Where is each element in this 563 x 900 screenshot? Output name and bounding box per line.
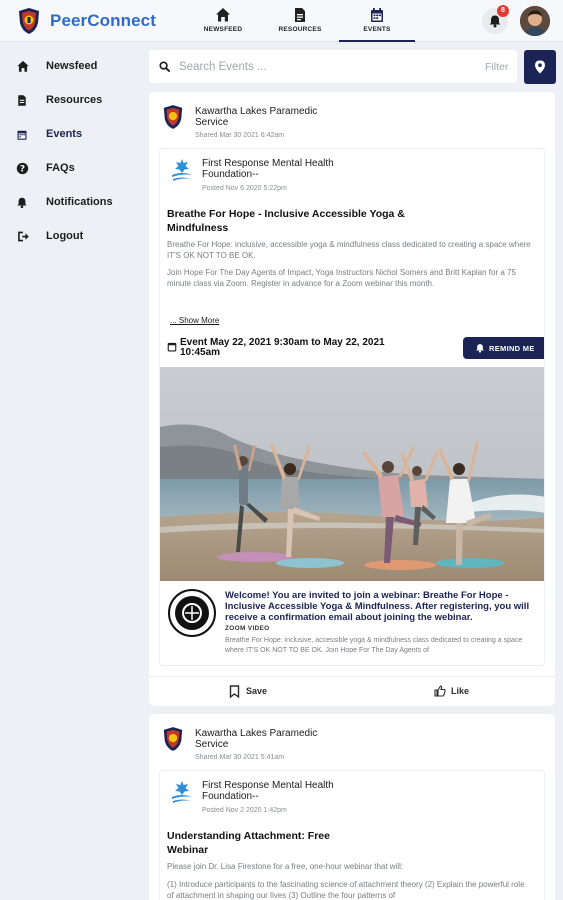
shared-event: First Response Mental Health Foundation-… <box>159 148 545 666</box>
event-title[interactable]: Breathe For Hope - Inclusive Accessible … <box>167 207 437 235</box>
thumbs-up-icon <box>434 685 446 697</box>
shared-date: Shared Mar 30 2021 5:41am <box>195 754 285 761</box>
question-icon: ? <box>16 162 29 175</box>
post-actions: Save Like <box>149 676 555 706</box>
user-avatar[interactable] <box>520 6 550 36</box>
bell-icon <box>17 197 27 209</box>
sidebar-item-label: FAQs <box>46 162 75 174</box>
org-logo-icon <box>163 727 183 751</box>
svg-text:?: ? <box>20 165 25 175</box>
event-description: Please join Dr. Lisa Firestone for a fre… <box>167 862 404 871</box>
remind-me-button[interactable]: REMIND ME <box>463 337 544 359</box>
event-title[interactable]: Understanding Attachment: Free Webinar <box>167 829 367 857</box>
search-icon <box>159 61 170 72</box>
show-more-link[interactable]: ... Show More <box>170 316 219 325</box>
org-name[interactable]: Kawartha Lakes Paramedic Service <box>195 106 345 128</box>
post-card: Kawartha Lakes Paramedic Service Shared … <box>149 92 555 706</box>
document-icon <box>295 8 305 22</box>
yoga-beach-image <box>160 367 544 581</box>
tab-label: NEWSFEED <box>203 26 243 33</box>
bell-icon <box>476 344 484 353</box>
source-posted-date: Posted Nov 2 2020 1:42pm <box>202 807 287 814</box>
sidebar-item-label: Resources <box>46 94 103 106</box>
shared-event: First Response Mental Health Foundation-… <box>159 770 545 900</box>
org-name[interactable]: Kawartha Lakes Paramedic Service <box>195 728 345 750</box>
home-icon <box>17 60 29 72</box>
home-icon <box>216 8 230 22</box>
webinar-description: Breathe For Hope: inclusive, accessible … <box>225 637 523 654</box>
sidebar-item-label: Notifications <box>46 196 113 208</box>
brand-name[interactable]: PeerConnect <box>50 11 156 31</box>
tab-newsfeed[interactable]: NEWSFEED <box>185 0 261 42</box>
foundation-logo-icon <box>172 781 192 803</box>
sidebar-item-label: Events <box>46 128 83 140</box>
shared-date: Shared Mar 30 2021 6:42am <box>195 132 285 139</box>
source-name[interactable]: First Response Mental Health Foundation-… <box>202 780 372 802</box>
event-photo[interactable] <box>160 367 544 581</box>
post-card: Kawartha Lakes Paramedic Service Shared … <box>149 714 555 900</box>
search-bar <box>149 50 517 83</box>
top-bar: PeerConnect NEWSFEED RESOURCES EVENTS 8 <box>0 0 563 42</box>
like-label: Like <box>451 686 470 696</box>
webinar-source-tag: ZOOM VIDEO <box>225 625 270 632</box>
save-label: Save <box>246 686 268 696</box>
source-name[interactable]: First Response Mental Health Foundation-… <box>202 158 372 180</box>
bookmark-icon <box>229 685 240 698</box>
org-logo-icon <box>163 105 183 129</box>
tab-label: RESOURCES <box>278 26 322 33</box>
webinar-title[interactable]: Welcome! You are invited to join a webin… <box>225 590 543 623</box>
filter-button[interactable]: Filter <box>485 61 508 73</box>
paramedic-logo-icon <box>19 8 39 34</box>
source-posted-date: Posted Nov 6 2020 5:22pm <box>202 185 287 192</box>
notification-count-badge: 8 <box>497 5 509 17</box>
sidebar-item-label: Newsfeed <box>46 60 98 72</box>
location-button[interactable] <box>524 50 556 84</box>
hope-for-the-day-logo-icon <box>168 589 216 637</box>
tab-events[interactable]: EVENTS <box>339 0 415 42</box>
sidebar-item-label: Logout <box>46 230 84 242</box>
document-icon <box>18 95 26 106</box>
tab-label: EVENTS <box>363 26 391 33</box>
logout-icon <box>18 231 29 242</box>
foundation-logo-icon <box>172 159 192 181</box>
search-input[interactable] <box>179 57 469 77</box>
calendar-icon <box>17 130 27 140</box>
event-description: (1) Introduce participants to the fascin… <box>167 880 525 900</box>
event-description: Breathe For Hope: inclusive, accessible … <box>167 240 531 260</box>
calendar-icon <box>371 8 383 22</box>
tab-resources[interactable]: RESOURCES <box>262 0 338 42</box>
map-pin-icon <box>535 60 545 74</box>
user-photo <box>520 6 550 36</box>
event-description: Join Hope For The Day Agents of Impact, … <box>167 268 516 288</box>
remind-me-label: REMIND ME <box>489 344 535 353</box>
calendar-icon <box>167 342 177 352</box>
event-date: Event May 22, 2021 9:30am to May 22, 202… <box>180 337 385 358</box>
